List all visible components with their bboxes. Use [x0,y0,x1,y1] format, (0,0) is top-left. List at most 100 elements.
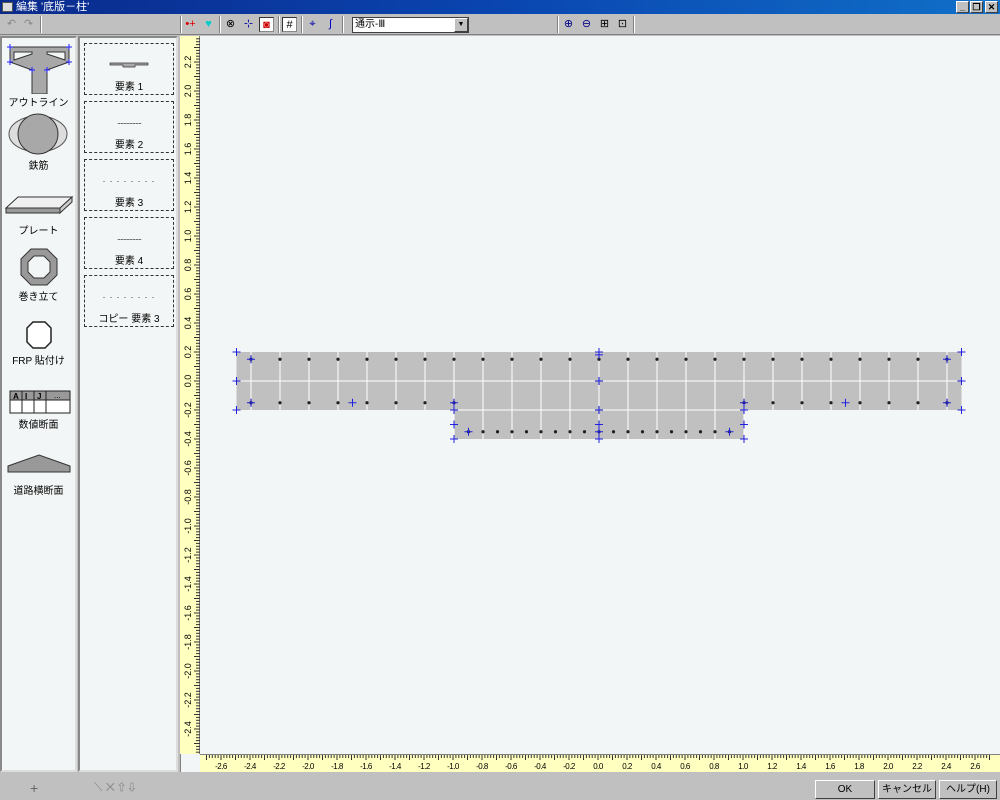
x-tick-label: -2.4 [244,762,257,771]
element-label: 要素 1 [114,82,144,93]
y-tick-label: -1.4 [183,576,193,592]
palette-plate[interactable]: プレート [2,188,75,238]
undo-icon[interactable]: ↶ [4,17,19,32]
horizontal-ruler: -2.6 -2.4 -2.2 -2.0 -1.8 -1.6 -1.4 -1.2 -1.0 -0.8… [200,754,1000,772]
y-tick-label: 0.8 [183,259,193,272]
rebar-point [626,357,630,361]
rebar-point [524,430,529,434]
palette-road-section[interactable]: 道路横断面 [2,452,75,502]
rebar-icon [8,113,68,155]
ok-button[interactable]: OK [815,780,875,799]
y-tick-label: -2.4 [183,721,193,737]
y-tick-label: -0.4 [183,431,193,447]
element-item[interactable]: ................ 要素 4 [84,217,174,269]
circle-cross-icon[interactable]: ⊗ [223,17,238,32]
axis-icon[interactable]: ⊹ [241,17,256,32]
layer-icon[interactable]: ◙ [259,17,274,32]
y-tick-label: 0.0 [183,375,193,388]
element-item[interactable]: ................ 要素 2 [84,101,174,153]
rebar-point [481,430,485,434]
add-point-icon[interactable]: •+ [183,17,198,32]
rebar-point [568,430,572,434]
rebar-point [698,430,703,434]
fit-window-icon[interactable]: ⊡ [615,17,630,32]
rebar-point [916,401,920,405]
rebar-point [800,357,804,361]
table-header: ... [54,391,61,400]
y-tick-label: 0.4 [183,317,193,330]
rebar-point [713,357,717,361]
x-tick-label: 0.4 [651,762,662,771]
x-tick-label: 2.6 [970,762,981,771]
element-item[interactable]: . . . . . . . . コピー 要素 3 [84,275,174,327]
palette-outline[interactable]: アウトライン [2,42,75,109]
rebar-point [640,430,645,434]
palette-jacket[interactable]: 巻き立て [2,246,75,303]
table-header: A [13,392,19,401]
element-label: 要素 4 [114,256,144,267]
zoom-out-icon[interactable]: ⊖ [579,17,594,32]
x-tick-label: -1.4 [389,762,402,771]
drawing-canvas[interactable] [180,36,1000,772]
palette-numeric-section[interactable]: A I J... 数値断面 [2,388,75,438]
table-header: I [25,392,27,401]
element-item[interactable]: . . . . . . . . 要素 3 [84,159,174,211]
heart-shape-icon[interactable]: ♥ [201,17,216,32]
element-item[interactable]: 要素 1 [84,43,174,95]
vertical-ruler: 2.2 2.0 1.8 1.6 1.4 1.2 1.0 0.8 0.6 0.4 0.2 0.0 -0.2… [180,36,200,754]
x-tick-label: 1.2 [767,762,778,771]
measure-icon[interactable]: ∫ [323,17,338,32]
rebar-point [655,430,659,434]
rebar-point [307,357,311,361]
x-tick-label: 0.0 [593,762,604,771]
cancel-button[interactable]: キャンセル [878,780,936,799]
rebar-point [394,357,398,361]
minimize-button[interactable]: _ [956,1,969,13]
x-tick-label: -0.6 [505,762,518,771]
y-tick-label: -0.6 [183,460,193,476]
rebar-point [394,401,398,405]
crosshair-icon[interactable]: ⌖ [305,17,320,32]
restore-button[interactable]: ❐ [970,1,983,13]
y-tick-label: -1.6 [183,605,193,621]
rebar-point [858,401,862,405]
rebar-point [336,401,340,405]
redo-icon[interactable]: ↷ [21,17,36,32]
chevron-down-icon[interactable]: ▼ [454,18,468,32]
plate-icon [4,195,74,215]
palette-label: アウトライン [8,98,69,109]
x-tick-label: -2.2 [273,762,286,771]
section-drawing[interactable] [181,36,1000,754]
palette-frp[interactable]: FRP 貼付け [2,320,75,370]
rebar-point [365,401,369,405]
tool-palette: アウトライン 鉄筋 プレート 巻き立て FRP 貼付け A I J... 数値断面 … [0,36,77,772]
y-tick-label: -0.2 [183,402,193,418]
rebar-point [568,357,572,361]
palette-rebar[interactable]: 鉄筋 [2,112,75,172]
x-tick-label: 2.2 [912,762,923,771]
close-button[interactable]: ✕ [985,1,998,13]
fit-all-icon[interactable]: ⊞ [597,17,612,32]
add-icon[interactable]: + [30,780,38,796]
rebar-point [539,357,543,361]
view-select[interactable]: 通示-Ⅲ ▼ [352,17,469,33]
y-tick-label: -0.8 [183,489,193,505]
x-tick-label: 0.8 [709,762,720,771]
grid-icon[interactable]: # [282,17,297,32]
help-button[interactable]: ヘルプ(H) [939,780,997,799]
x-tick-label: 2.4 [941,762,952,771]
rebar-point [336,357,340,361]
x-tick-label: -1.6 [360,762,373,771]
bottom-bar: + ⟍ ✕ ⇧ ⇩ OK キャンセル ヘルプ(H) [0,772,1000,800]
x-tick-label: -2.6 [215,762,228,771]
rebar-point [423,357,427,361]
palette-label: プレート [18,226,59,237]
x-tick-label: -1.0 [447,762,460,771]
y-tick-label: 1.6 [183,143,193,156]
zoom-in-icon[interactable]: ⊕ [561,17,576,32]
edit-tools-icon[interactable]: ⟍ ✕ ⇧ ⇩ [94,780,135,795]
jacket-icon [20,248,58,286]
x-tick-label: -1.8 [331,762,344,771]
rebar-point [771,357,775,361]
y-tick-label: 1.8 [183,114,193,127]
